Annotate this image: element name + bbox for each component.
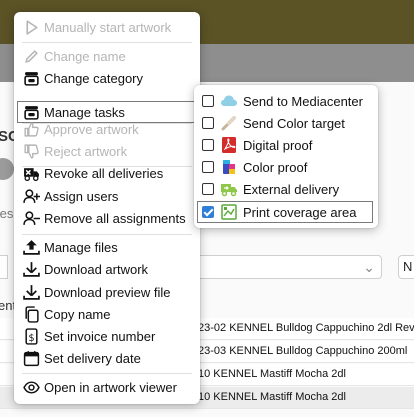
download-icon xyxy=(22,283,40,301)
menu-item-copy-name[interactable]: Copy name xyxy=(22,304,110,324)
bg-label-fragment: tes xyxy=(0,206,14,221)
menu-item-label: Manually start artwork xyxy=(44,19,172,35)
task-item-label: Send to Mediacenter xyxy=(243,93,363,109)
upload-icon xyxy=(22,238,40,256)
category-stack-icon xyxy=(22,69,40,87)
copy-icon xyxy=(22,305,40,323)
chevron-down-icon: ⌄ xyxy=(363,259,375,275)
menu-item-label: Assign users xyxy=(44,188,119,204)
table-row-name: 10 KENNEL Mastiff Mocha 2dl xyxy=(198,368,346,380)
coverage-icon xyxy=(220,203,238,221)
svg-text:$: $ xyxy=(28,332,34,343)
task-item-print-coverage-area[interactable]: Print coverage area xyxy=(197,201,373,223)
menu-item-label: Copy name xyxy=(44,306,111,322)
menu-item-set-invoice[interactable]: $ Set invoice number xyxy=(22,326,155,346)
color-target-icon xyxy=(220,114,238,132)
manage-tasks-submenu: Send to Mediacenter Send Color target Di… xyxy=(194,85,378,228)
download-icon xyxy=(22,260,40,278)
menu-item-download-preview[interactable]: Download preview file xyxy=(22,282,170,302)
calendar-icon xyxy=(22,349,40,367)
bg-filter-right[interactable]: N xyxy=(398,255,414,279)
invoice-icon: $ xyxy=(22,327,40,345)
table-row-name: 23-02 KENNEL Bulldog Cappuchino 2dl Rev xyxy=(198,322,414,334)
menu-item-label: Reject artwork xyxy=(44,143,128,159)
user-plus-icon xyxy=(22,187,40,205)
menu-item-manage-files[interactable]: Manage files xyxy=(22,237,118,257)
menu-item-label: Download preview file xyxy=(44,284,171,300)
table-row-name: 23-03 KENNEL Bulldog Cappuchino 200ml xyxy=(198,345,408,357)
task-checkbox-checked[interactable] xyxy=(202,206,214,218)
menu-divider xyxy=(22,42,192,43)
menu-item-label: Approve artwork xyxy=(44,121,139,137)
eye-icon xyxy=(22,378,40,396)
task-item-digital-proof[interactable]: Digital proof xyxy=(202,135,312,155)
menu-item-revoke-deliveries[interactable]: Revoke all deliveries xyxy=(22,163,163,183)
table-row-name: 10 KENNEL Mastiff Mocha 2dl xyxy=(198,391,346,403)
menu-item-remove-assignments[interactable]: Remove all assignments xyxy=(22,208,186,228)
cloud-icon xyxy=(220,92,238,110)
task-item-label: Print coverage area xyxy=(243,204,357,220)
artwork-context-menu: Manually start artwork Change name Chang… xyxy=(14,12,200,404)
menu-divider xyxy=(22,234,192,235)
menu-item-label: Revoke all deliveries xyxy=(44,165,164,181)
pencil-icon xyxy=(22,47,40,65)
menu-item-label: Manage files xyxy=(44,239,118,255)
task-item-label: External delivery xyxy=(243,181,340,197)
menu-divider xyxy=(22,373,192,374)
menu-item-reject-artwork[interactable]: Reject artwork xyxy=(22,141,127,161)
bg-filter-right-text: N xyxy=(403,259,413,274)
menu-item-download-artwork[interactable]: Download artwork xyxy=(22,259,148,279)
menu-item-label: Set invoice number xyxy=(44,328,156,344)
color-proof-icon xyxy=(220,158,238,176)
delivery-truck-icon xyxy=(220,180,238,198)
menu-item-label: Remove all assignments xyxy=(44,210,186,226)
menu-item-open-viewer[interactable]: Open in artwork viewer xyxy=(22,377,177,397)
thumbs-down-icon xyxy=(22,142,40,160)
truck-revoke-icon xyxy=(22,164,40,182)
bg-filter-left[interactable] xyxy=(0,255,8,279)
task-item-label: Color proof xyxy=(243,159,308,175)
menu-item-label: Change category xyxy=(44,70,144,86)
menu-item-manually-start[interactable]: Manually start artwork xyxy=(22,17,171,37)
task-checkbox[interactable] xyxy=(202,183,214,195)
menu-item-label: Download artwork xyxy=(44,261,149,277)
menu-item-label: Set delivery date xyxy=(44,350,141,366)
task-checkbox[interactable] xyxy=(202,117,214,129)
user-minus-icon xyxy=(22,209,40,227)
menu-item-change-name[interactable]: Change name xyxy=(22,46,126,66)
task-item-send-to-mediacenter[interactable]: Send to Mediacenter xyxy=(202,91,363,111)
menu-item-approve-artwork[interactable]: Approve artwork xyxy=(22,119,139,139)
menu-item-assign-users[interactable]: Assign users xyxy=(22,186,118,206)
task-item-color-proof[interactable]: Color proof xyxy=(202,157,307,177)
menu-item-label: Open in artwork viewer xyxy=(44,379,177,395)
task-item-send-color-target[interactable]: Send Color target xyxy=(202,113,345,133)
menu-item-set-delivery-date[interactable]: Set delivery date xyxy=(22,348,141,368)
thumbs-up-icon xyxy=(22,120,40,138)
task-checkbox[interactable] xyxy=(202,95,214,107)
task-item-external-delivery[interactable]: External delivery xyxy=(202,179,339,199)
task-checkbox[interactable] xyxy=(202,161,214,173)
menu-item-label: Change name xyxy=(44,48,126,64)
menu-item-change-category[interactable]: Change category xyxy=(22,68,143,88)
menu-item-label: Manage tasks xyxy=(44,104,125,120)
bg-filter-dropdown[interactable]: ⌄ xyxy=(190,255,382,279)
pdf-icon xyxy=(220,136,238,154)
task-item-label: Send Color target xyxy=(243,115,345,131)
play-icon xyxy=(22,18,40,36)
task-checkbox[interactable] xyxy=(202,139,214,151)
task-item-label: Digital proof xyxy=(243,137,313,153)
